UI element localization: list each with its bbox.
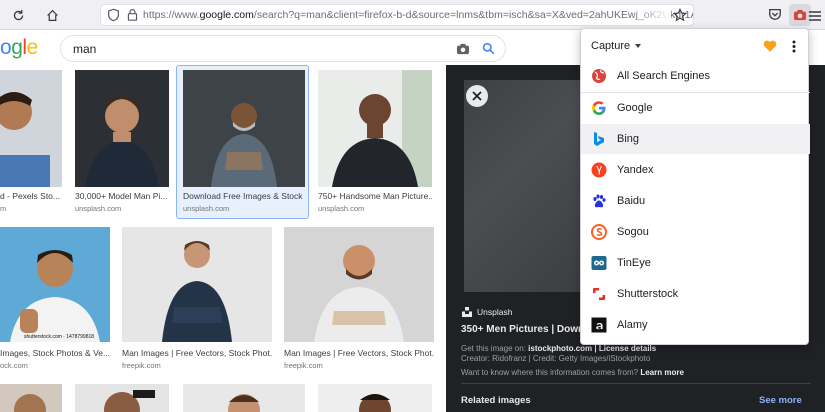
engine-label: Baidu — [617, 195, 646, 207]
result-source: freepik.com — [122, 361, 161, 370]
camera-search-icon[interactable] — [456, 42, 470, 60]
shutterstock-icon — [593, 288, 605, 300]
tineye-icon — [591, 256, 607, 270]
more-options-icon[interactable] — [792, 40, 796, 58]
popup-header: Capture — [581, 29, 810, 63]
browser-toolbar: https://www.google.com/search?q=man&clie… — [0, 0, 825, 30]
yandex-icon — [591, 162, 607, 178]
shutterstock-watermark: shutterstock.com · 1478799818 — [24, 334, 94, 340]
license-details-link[interactable]: | License details — [594, 344, 656, 353]
preview-info: Want to know where this information come… — [461, 368, 684, 377]
result-image[interactable] — [75, 384, 169, 412]
capture-dropdown[interactable]: Capture — [591, 40, 630, 52]
url-bar[interactable]: https://www.google.com/search?q=man&clie… — [100, 4, 694, 26]
engine-item-yandex[interactable]: Yandex — [581, 155, 810, 185]
engine-label: Shutterstock — [617, 288, 679, 300]
search-icon[interactable] — [482, 42, 495, 60]
preview-get-image: Get this image on: istockphoto.com | Lic… — [461, 344, 657, 353]
result-caption[interactable]: Images, Stock Photos & Ve... — [0, 348, 110, 358]
result-tile[interactable]: Man Images | Free Vectors, Stock Phot...… — [284, 227, 434, 372]
capture-popup: Capture All Search Engines Google Bing Y… — [580, 28, 810, 345]
result-image[interactable] — [183, 384, 305, 412]
result-image[interactable] — [75, 70, 169, 187]
google-logo[interactable]: ogle — [0, 36, 38, 60]
lock-icon[interactable] — [127, 8, 138, 25]
related-images-heading: Related images — [461, 395, 531, 406]
result-image[interactable] — [284, 227, 434, 342]
result-source: unsplash.com — [75, 204, 122, 213]
engine-item-google[interactable]: Google — [581, 93, 810, 123]
engine-label: Yandex — [617, 164, 654, 176]
engine-label: All Search Engines — [617, 70, 710, 82]
search-box[interactable]: man — [60, 35, 506, 62]
engine-label: Bing — [617, 133, 640, 145]
pocket-icon[interactable] — [768, 7, 782, 26]
result-caption[interactable]: 30,000+ Model Man Pi... — [75, 191, 169, 201]
sogou-icon — [591, 224, 607, 240]
url-fade — [631, 5, 671, 25]
heart-icon[interactable] — [763, 40, 777, 58]
baidu-icon — [593, 194, 606, 208]
result-source: freepik.com — [284, 361, 323, 370]
bookmark-star-icon[interactable] — [672, 7, 688, 25]
home-icon[interactable] — [44, 7, 60, 23]
result-caption[interactable]: d - Pexels Sto... — [0, 191, 62, 201]
result-image[interactable] — [183, 70, 305, 187]
result-image[interactable] — [318, 70, 432, 187]
engine-item-baidu[interactable]: Baidu — [581, 186, 810, 216]
result-image[interactable] — [318, 384, 432, 412]
engine-item-all[interactable]: All Search Engines — [581, 61, 810, 91]
engine-label: Sogou — [617, 226, 649, 238]
preview-site-name: Unsplash — [477, 307, 513, 317]
hamburger-menu-icon[interactable] — [809, 9, 821, 27]
alamy-icon — [591, 317, 607, 333]
engine-label: Alamy — [617, 319, 648, 331]
result-source: m — [0, 204, 7, 213]
close-preview-button[interactable] — [466, 85, 488, 107]
learn-more-link[interactable]: Learn more — [640, 368, 684, 377]
tracking-shield-icon[interactable] — [107, 8, 120, 25]
search-input[interactable]: man — [73, 42, 96, 56]
result-source: unsplash.com — [318, 204, 365, 213]
see-more-link[interactable]: See more — [759, 395, 802, 406]
engine-item-bing[interactable]: Bing — [581, 124, 810, 154]
result-source: ock.com — [0, 361, 28, 370]
reload-icon[interactable] — [10, 7, 26, 23]
globe-icon — [592, 69, 606, 83]
result-caption[interactable]: Man Images | Free Vectors, Stock Phot... — [284, 348, 434, 358]
result-tile[interactable]: Download Free Images & Stock ... unsplas… — [183, 70, 305, 213]
preview-credit: Creator: Ridofranz | Credit: Getty Image… — [461, 354, 651, 363]
engine-item-shutterstock[interactable]: Shutterstock — [581, 279, 810, 309]
result-image[interactable] — [0, 384, 62, 412]
result-caption[interactable]: Man Images | Free Vectors, Stock Phot... — [122, 348, 272, 358]
result-caption[interactable]: Download Free Images & Stock ... — [183, 191, 305, 201]
preview-divider — [461, 383, 811, 384]
google-icon — [592, 101, 606, 115]
engine-label: Google — [617, 102, 653, 114]
preview-site[interactable]: Unsplash — [462, 307, 512, 317]
bing-icon — [594, 132, 604, 146]
caret-down-icon[interactable] — [635, 44, 641, 48]
result-caption[interactable]: 750+ Handsome Man Picture... — [318, 191, 432, 201]
result-image[interactable] — [122, 227, 272, 342]
close-icon — [472, 91, 482, 101]
unsplash-icon — [462, 307, 472, 317]
preview-title[interactable]: 350+ Men Pictures | Downlo — [461, 324, 593, 335]
result-tile[interactable]: d - Pexels Sto... m — [0, 70, 62, 213]
result-tile[interactable]: 750+ Handsome Man Picture... unsplash.co… — [318, 70, 432, 213]
engine-item-alamy[interactable]: Alamy — [581, 310, 810, 340]
engine-item-sogou[interactable]: Sogou — [581, 217, 810, 247]
result-tile[interactable]: 30,000+ Model Man Pi... unsplash.com — [75, 70, 169, 213]
url-text: https://www.google.com/search?q=man&clie… — [143, 9, 693, 21]
result-source: unsplash.com — [183, 204, 230, 213]
result-tile[interactable]: shutterstock.com · 1478799818 Images, St… — [0, 227, 110, 372]
result-tile[interactable]: Man Images | Free Vectors, Stock Phot...… — [122, 227, 272, 372]
camera-extension-icon — [794, 9, 806, 21]
engine-item-tineye[interactable]: TinEye — [581, 248, 810, 278]
capture-extension-button[interactable] — [789, 4, 811, 26]
engine-label: TinEye — [617, 257, 651, 269]
istockphoto-link[interactable]: istockphoto.com — [528, 344, 592, 353]
result-image[interactable]: shutterstock.com · 1478799818 — [0, 227, 110, 342]
result-image[interactable] — [0, 70, 62, 187]
